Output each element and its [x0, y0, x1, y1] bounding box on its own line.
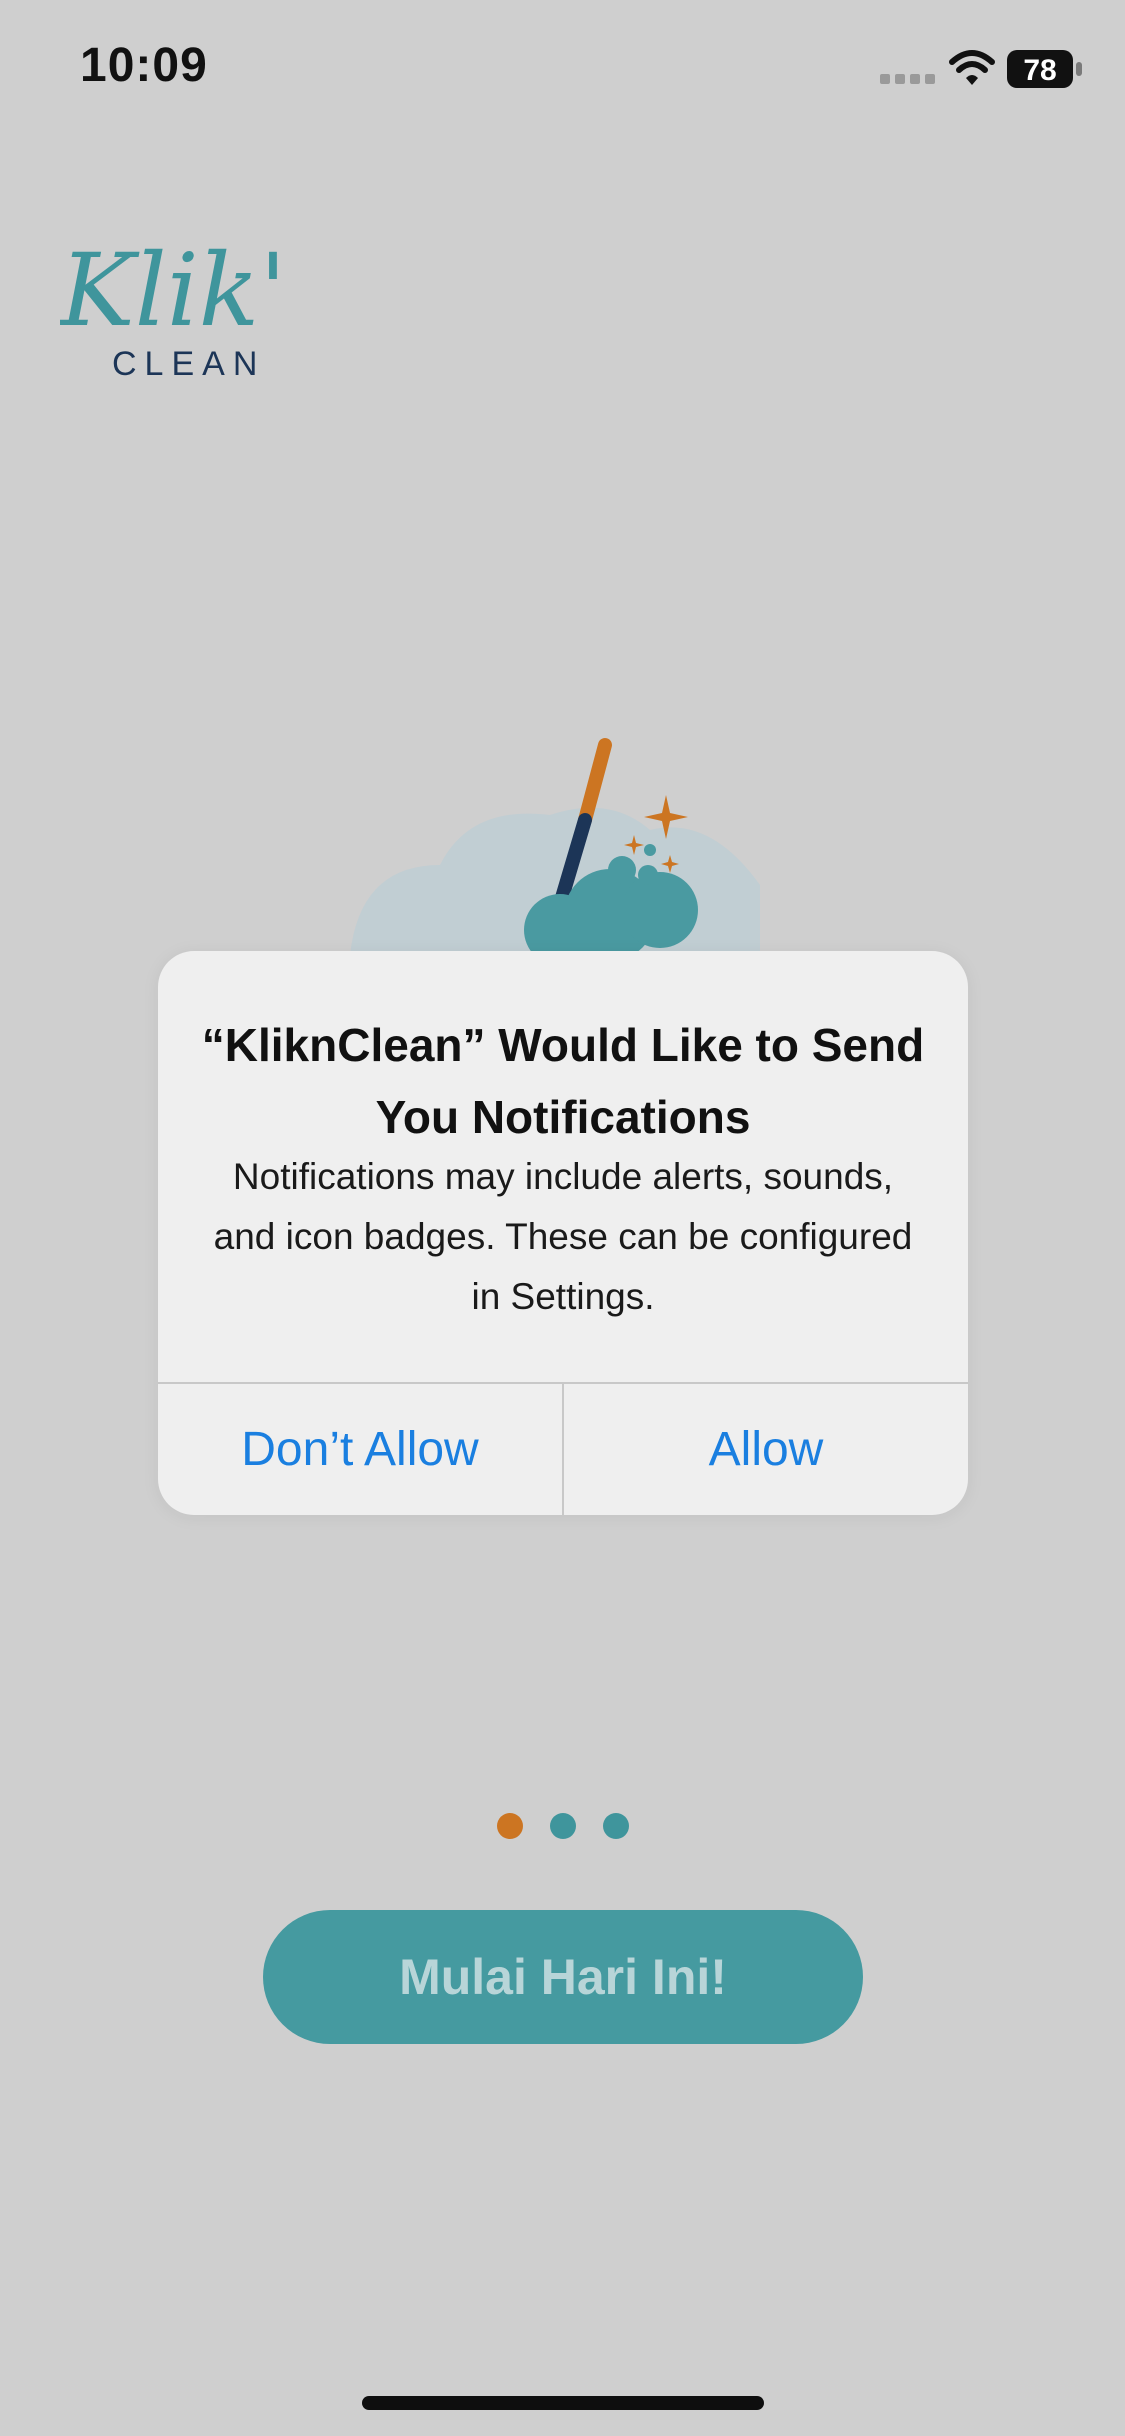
page-dot-3[interactable]: [603, 1813, 629, 1839]
page-dot-2[interactable]: [550, 1813, 576, 1839]
battery-level: 78: [1023, 54, 1056, 87]
start-today-button[interactable]: Mulai Hari Ini!: [263, 1910, 863, 2044]
status-bar: 10:09 78: [0, 0, 1125, 140]
page-indicator: [0, 1813, 1125, 1841]
battery-icon: 78: [1007, 50, 1082, 88]
allow-button[interactable]: Allow: [564, 1384, 968, 1515]
logo-script: Klik'N: [60, 232, 280, 349]
logo-mark: Klik'N CLEAN: [58, 232, 378, 383]
cleaning-illustration: [350, 735, 770, 966]
alert-message: Notifications may include alerts, sounds…: [213, 1156, 913, 1317]
cleaning-brush-icon: [350, 738, 760, 966]
alert-title: “KliknClean” Would Like to Send You Noti…: [201, 1019, 925, 1143]
wifi-icon: [949, 50, 995, 85]
app-logo: Klik'N CLEAN: [58, 215, 378, 385]
page-dot-1[interactable]: [497, 1813, 523, 1839]
signal-icon: [880, 74, 935, 84]
status-time: 10:09: [80, 39, 208, 92]
notification-permission-alert: “KliknClean” Would Like to Send You Noti…: [158, 951, 968, 1515]
home-indicator[interactable]: [362, 2396, 764, 2410]
logo-caption: CLEAN: [112, 345, 265, 383]
dont-allow-button[interactable]: Don’t Allow: [158, 1384, 562, 1515]
